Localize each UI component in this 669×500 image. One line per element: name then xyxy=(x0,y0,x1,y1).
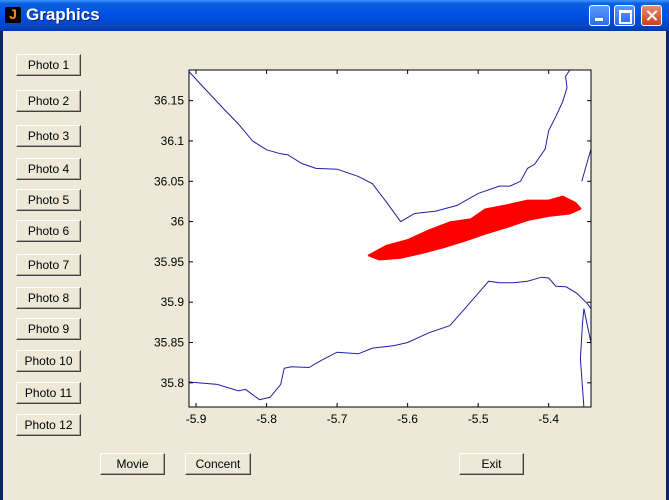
x-tick-label: -5.6 xyxy=(397,412,418,426)
x-tick-label: -5.7 xyxy=(327,412,348,426)
x-tick-label: -5.9 xyxy=(186,412,207,426)
graphics-window: J Graphics Photo 1 Photo 2 Photo 3 Photo… xyxy=(0,0,669,500)
map-plot[interactable]: -5.9 -5.8 -5.7 -5.6 -5.5 -5.4 35.8 35.85 35.9 35… xyxy=(0,0,669,500)
plot-area xyxy=(189,70,591,407)
y-tick-label: 35.95 xyxy=(154,255,184,269)
y-tick-label: 36.1 xyxy=(161,134,185,148)
y-tick-label: 35.8 xyxy=(161,376,185,390)
y-tick-label: 35.9 xyxy=(161,295,185,309)
x-tick-label: -5.5 xyxy=(468,412,489,426)
y-tick-label: 36 xyxy=(171,215,185,229)
y-tick-label: 36.15 xyxy=(154,94,184,108)
y-tick-label: 35.85 xyxy=(154,336,184,350)
x-tick-label: -5.4 xyxy=(538,412,559,426)
y-tick-label: 36.05 xyxy=(154,174,184,188)
x-tick-label: -5.8 xyxy=(256,412,277,426)
